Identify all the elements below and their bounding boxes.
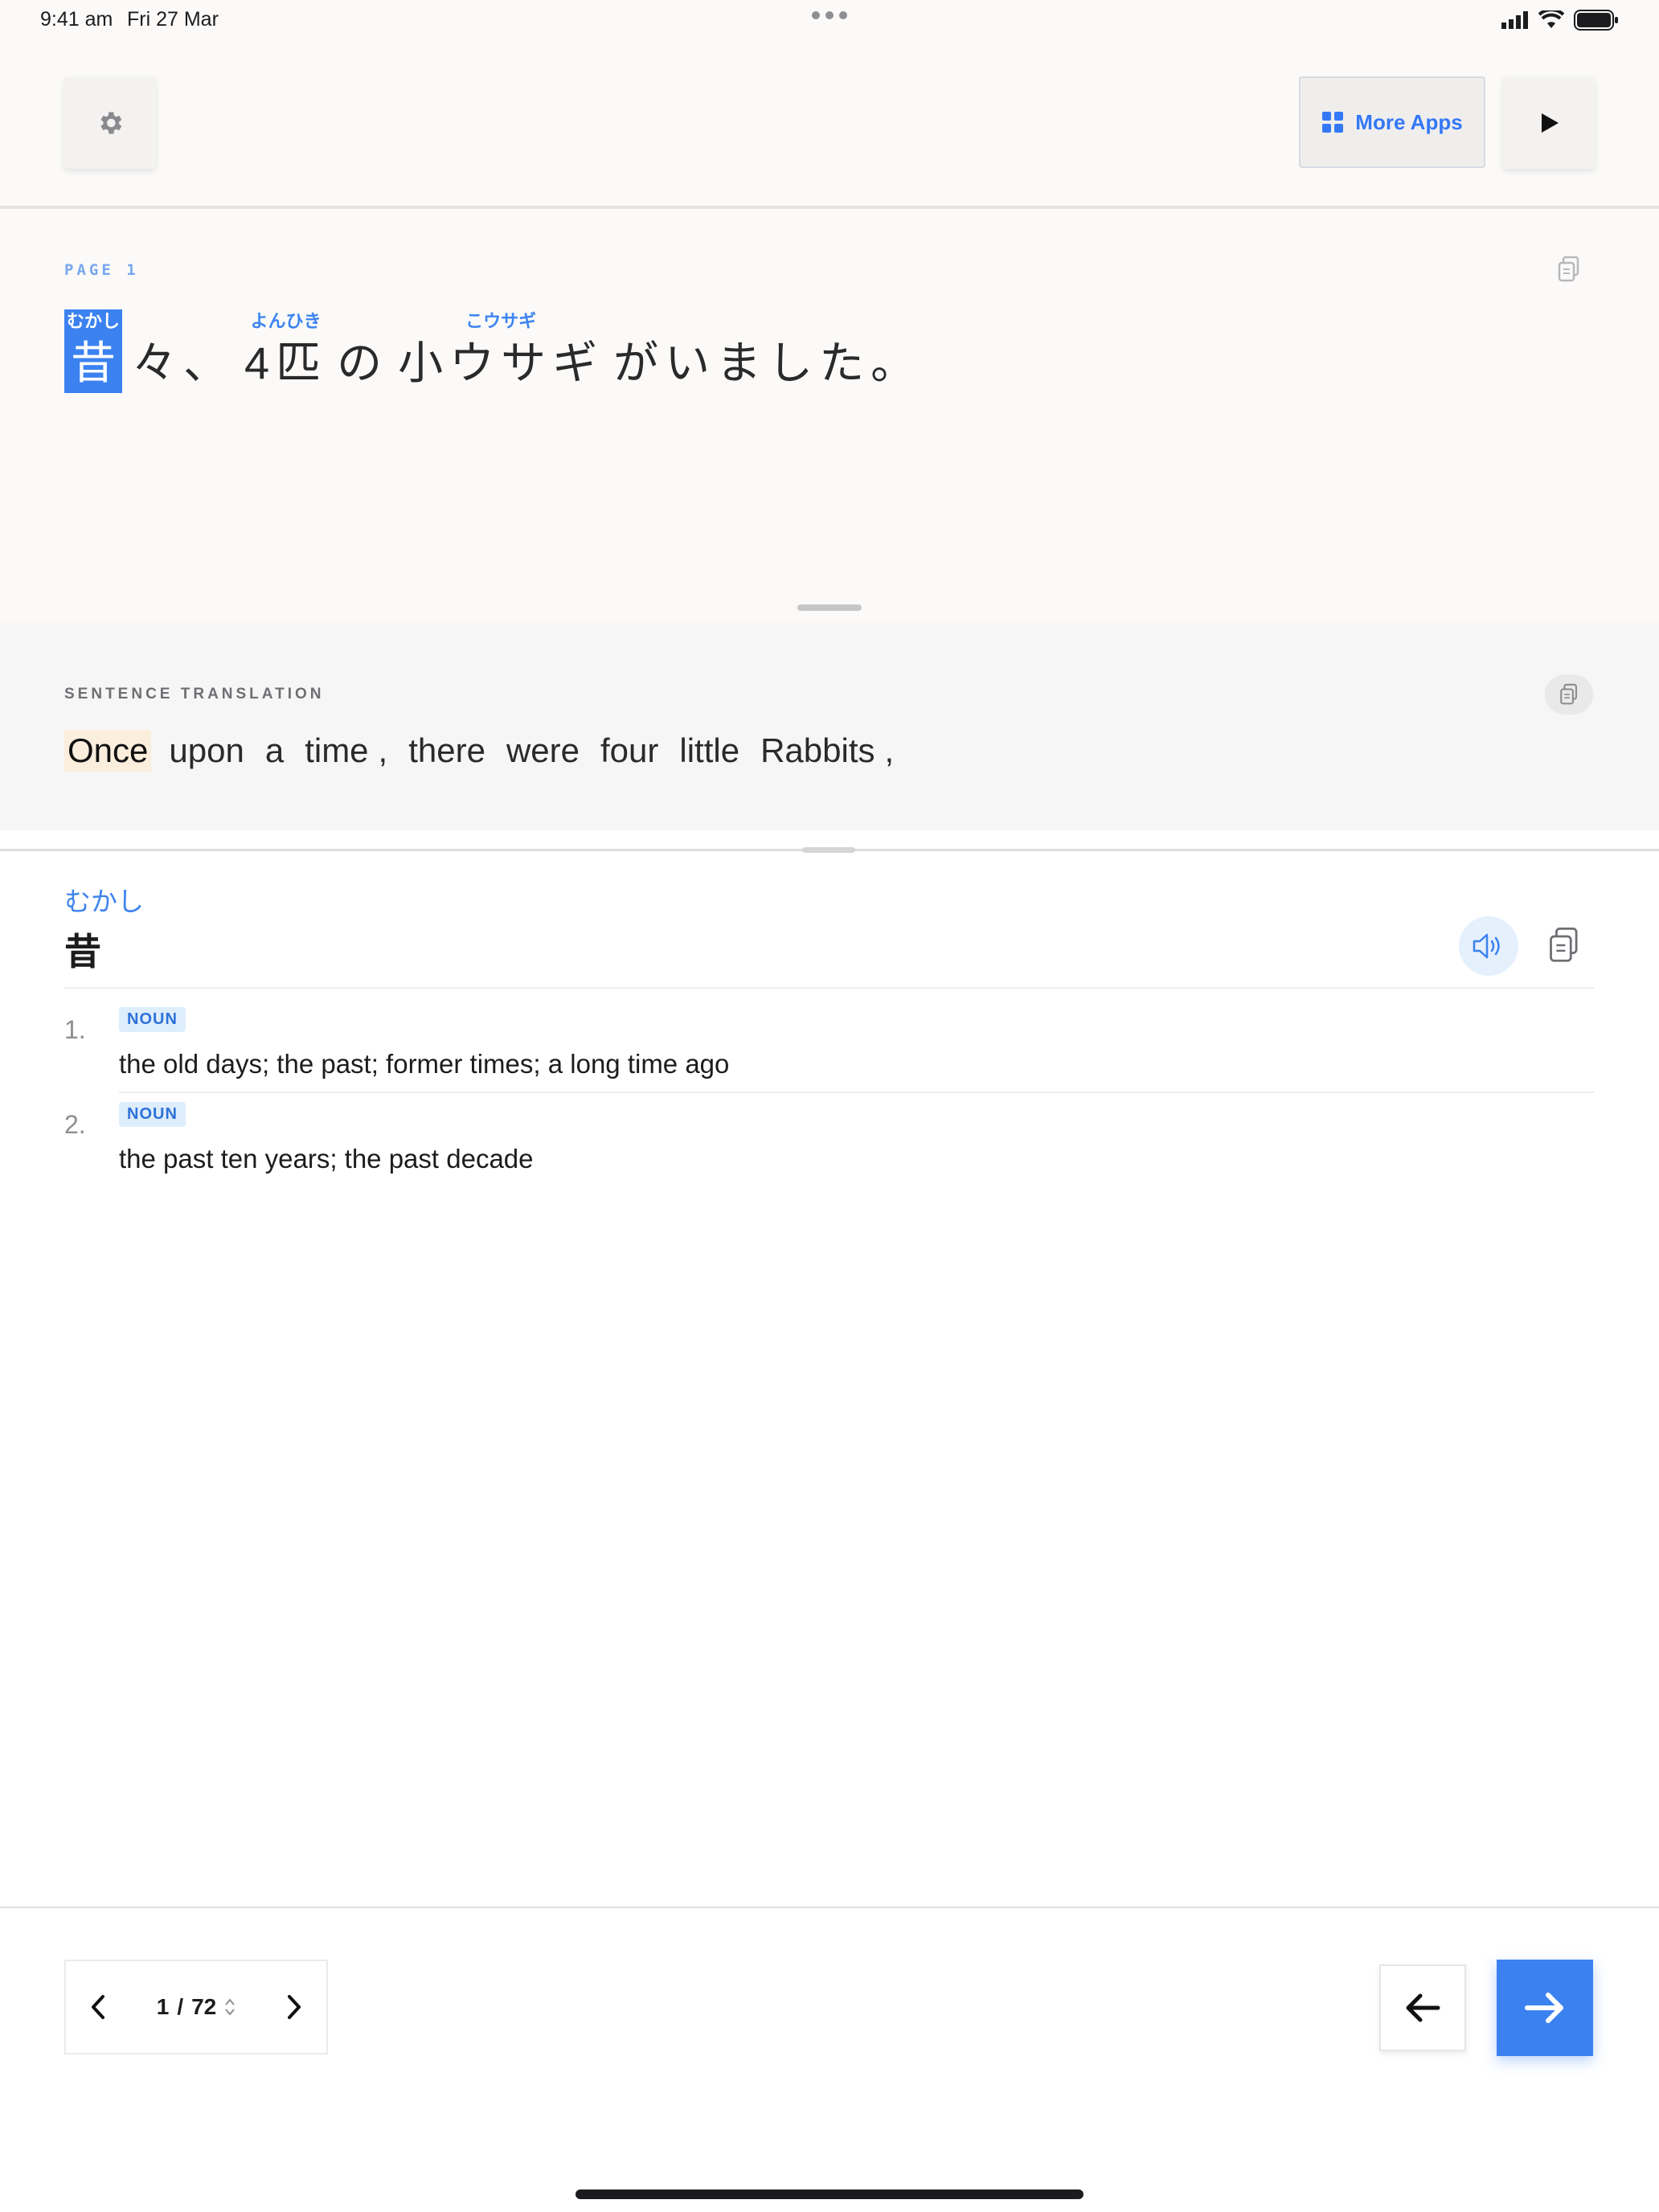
translation-word[interactable]: Rabbits: [757, 730, 878, 772]
translation-word[interactable]: upon: [166, 730, 247, 772]
word-text: 昔: [71, 338, 116, 388]
previous-sentence-button[interactable]: [1379, 1964, 1466, 2051]
japanese-sentence: むかし昔々、 よんひき 4匹のこウサギ 小ウサギ がいました。: [64, 309, 932, 393]
copy-icon: [1558, 256, 1579, 282]
multitasking-dots-icon[interactable]: [812, 11, 847, 19]
play-icon: [1542, 113, 1559, 133]
status-bar: 9:41 am Fri 27 Mar: [0, 0, 1659, 39]
status-time: 9:41 am: [40, 8, 113, 31]
copy-icon: [1560, 683, 1577, 705]
battery-icon: [1574, 10, 1618, 31]
grid-icon: [1322, 112, 1344, 133]
play-button[interactable]: [1503, 77, 1595, 169]
settings-button[interactable]: [64, 77, 156, 169]
status-indicators: [1501, 10, 1619, 31]
chevron-right-icon[interactable]: [285, 1993, 304, 2021]
current-page: 1: [156, 1994, 170, 2019]
highlighted-translation-word[interactable]: Once: [64, 730, 152, 772]
dictionary-headword: 昔: [64, 931, 101, 973]
translation-word[interactable]: four: [597, 730, 662, 772]
part-of-speech-badge: NOUN: [119, 1102, 186, 1127]
furigana: よんひき: [250, 311, 322, 331]
arrow-left-icon: [1406, 1993, 1440, 2022]
translation-word[interactable]: there: [405, 730, 489, 772]
translation-word[interactable]: time: [301, 730, 371, 772]
translation-word[interactable]: a: [262, 730, 287, 772]
page-separator: /: [177, 1994, 184, 2019]
translation-label: SENTENCE TRANSLATION: [64, 686, 325, 703]
status-date: Fri 27 Mar: [127, 8, 219, 31]
next-sentence-button[interactable]: [1497, 1960, 1593, 2056]
home-indicator[interactable]: [576, 2189, 1083, 2199]
page-count-picker[interactable]: 1 / 72: [157, 1994, 236, 2020]
word-text: の: [337, 338, 389, 388]
chevron-updown-icon: [225, 1998, 236, 2016]
word-text: 4匹: [244, 338, 328, 388]
dictionary-resize-handle[interactable]: [802, 847, 855, 853]
page-selector: 1 / 72: [64, 1960, 328, 2054]
word-token[interactable]: こウサギ 小ウサギ: [398, 309, 604, 393]
cellular-signal-icon: [1501, 11, 1528, 29]
copy-translation-button[interactable]: [1545, 674, 1593, 715]
part-of-speech-badge: NOUN: [119, 1007, 186, 1032]
sense-gloss: the old days; the past; former times; a …: [119, 1049, 730, 1079]
word-text: がいました。: [613, 338, 923, 388]
sense-number: 1.: [64, 1015, 86, 1044]
sense-number: 2.: [64, 1110, 86, 1139]
chevron-left-icon[interactable]: [88, 1993, 108, 2021]
copy-page-button[interactable]: [1556, 256, 1582, 287]
translation-sentence: Once upon a time, there were four little Rabbits…: [64, 730, 911, 772]
dictionary-reading: むかし: [64, 887, 144, 916]
footer-divider: [0, 1907, 1659, 1908]
sense-divider: [119, 1092, 1595, 1093]
pronounce-button[interactable]: [1459, 916, 1518, 976]
wifi-icon: [1538, 10, 1564, 28]
translation-word[interactable]: ,: [881, 730, 897, 772]
word-token[interactable]: よんひき 4匹: [244, 309, 327, 393]
word-token[interactable]: がいました。: [613, 309, 922, 393]
more-apps-label: More Apps: [1355, 109, 1463, 134]
furigana: こウサギ: [465, 311, 537, 331]
speaker-icon: [1473, 933, 1500, 959]
translation-word[interactable]: were: [503, 730, 583, 772]
sense-gloss: the past ten years; the past decade: [119, 1144, 534, 1174]
more-apps-button[interactable]: More Apps: [1299, 76, 1485, 168]
page-text-panel: [0, 209, 1659, 623]
dictionary-divider: [64, 987, 1595, 989]
word-text: 小ウサギ: [398, 338, 604, 388]
word-text: 々、: [132, 338, 236, 388]
selected-word-token[interactable]: むかし昔: [64, 309, 123, 393]
gear-icon: [100, 112, 122, 134]
translation-word[interactable]: little: [676, 730, 743, 772]
copy-definition-button[interactable]: [1546, 926, 1582, 969]
word-token[interactable]: 々、: [132, 309, 235, 393]
total-pages: 72: [191, 1994, 217, 2019]
translation-panel: [0, 623, 1659, 830]
page-label: PAGE 1: [64, 261, 139, 279]
word-token[interactable]: の: [337, 309, 388, 393]
translation-word[interactable]: ,: [375, 730, 391, 772]
panel-resize-handle[interactable]: [797, 604, 862, 611]
furigana: むかし: [67, 311, 121, 331]
copy-icon: [1550, 928, 1578, 962]
arrow-right-icon: [1525, 1993, 1563, 2023]
